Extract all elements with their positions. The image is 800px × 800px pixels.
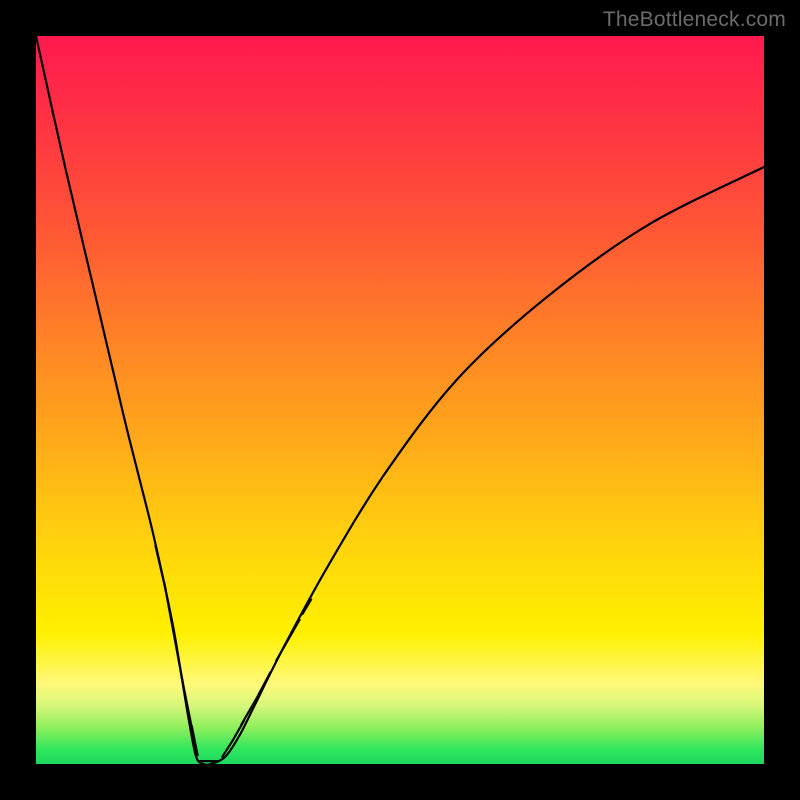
watermark-text: TheBottleneck.com — [603, 8, 786, 32]
chart-frame: TheBottleneck.com — [0, 0, 800, 800]
plot-area — [36, 36, 764, 764]
bottleneck-curve — [36, 36, 764, 765]
curve-svg — [36, 36, 764, 764]
